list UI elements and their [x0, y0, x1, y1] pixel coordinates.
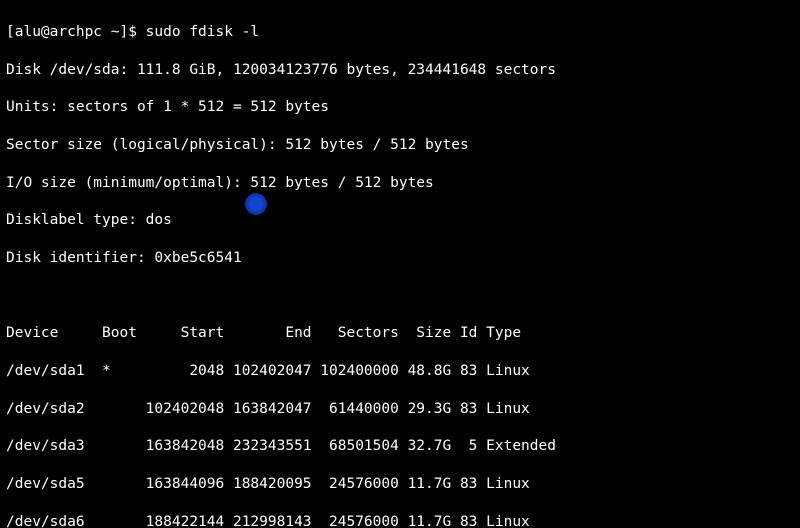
- disk-sda-sector: Sector size (logical/physical): 512 byte…: [6, 136, 794, 155]
- partition-row: /dev/sda2 102402048 163842047 61440000 2…: [6, 400, 794, 419]
- disk-sda-units: Units: sectors of 1 * 512 = 512 bytes: [6, 98, 794, 117]
- disk-sda-header: Disk /dev/sda: 111.8 GiB, 120034123776 b…: [6, 61, 794, 80]
- partition-row: /dev/sda3 163842048 232343551 68501504 3…: [6, 437, 794, 456]
- partition-row: /dev/sda6 188422144 212998143 24576000 1…: [6, 513, 794, 528]
- disk-sda-io: I/O size (minimum/optimal): 512 bytes / …: [6, 174, 794, 193]
- disk-sda-identifier: Disk identifier: 0xbe5c6541: [6, 249, 794, 268]
- partition-row: /dev/sda1 * 2048 102402047 102400000 48.…: [6, 362, 794, 381]
- blank-line: [6, 287, 794, 306]
- disk-sda-label: Disklabel type: dos: [6, 211, 794, 230]
- partition-row: /dev/sda5 163844096 188420095 24576000 1…: [6, 475, 794, 494]
- terminal-output[interactable]: [alu@archpc ~]$ sudo fdisk -l Disk /dev/…: [0, 0, 800, 528]
- partition-header: Device Boot Start End Sectors Size Id Ty…: [6, 324, 794, 343]
- prompt-line: [alu@archpc ~]$ sudo fdisk -l: [6, 23, 794, 42]
